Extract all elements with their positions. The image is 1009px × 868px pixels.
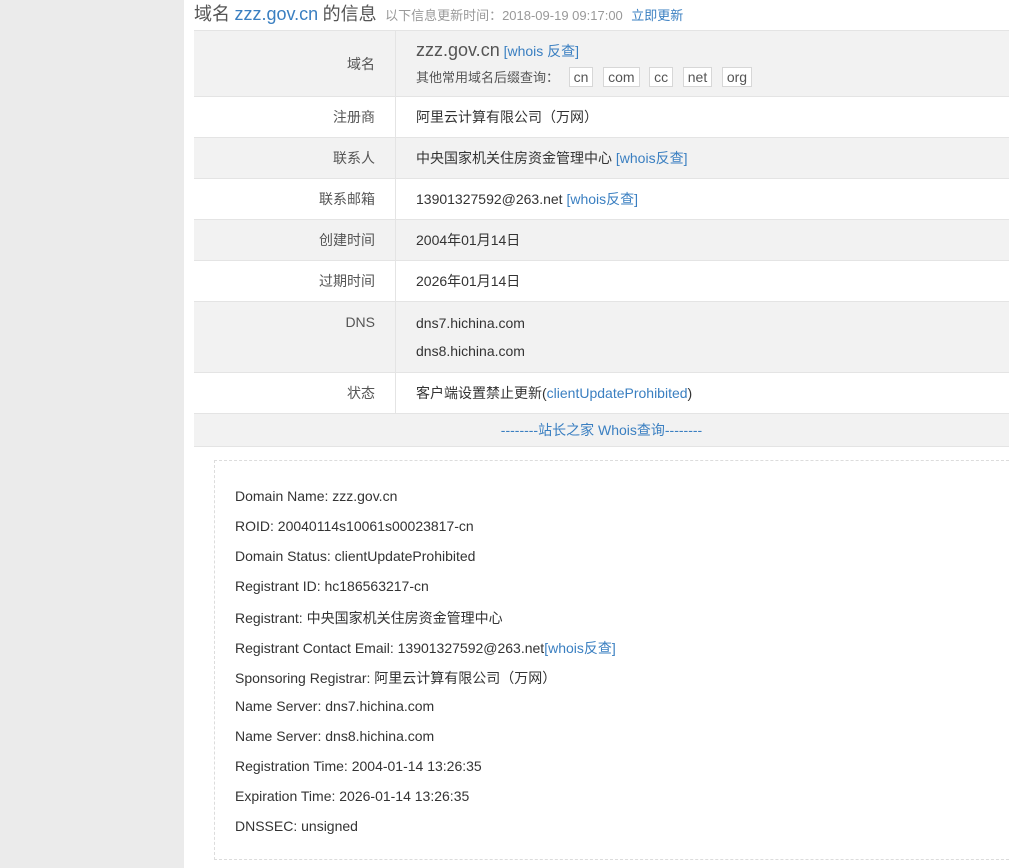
- status-label: 状态: [194, 372, 396, 414]
- suffix-net[interactable]: net: [682, 67, 713, 87]
- title-suffix: 的信息: [322, 4, 377, 24]
- raw-line: Expiration Time: 2026-01-14 13:26:35: [235, 788, 470, 804]
- row-status: 状态 客户端设置禁止更新(clientUpdateProhibited): [194, 372, 1009, 414]
- email-label: 联系邮箱: [194, 178, 396, 220]
- row-created: 创建时间 2004年01月14日: [194, 219, 1009, 261]
- raw-line: Domain Name: zzz.gov.cn: [235, 488, 398, 504]
- email-whois-reverse-link[interactable]: [whois反查]: [566, 191, 638, 207]
- email-cell: 13901327592@263.net [whois反查]: [395, 178, 1009, 220]
- whois-separator: --------站长之家 Whois查询--------: [194, 413, 1009, 447]
- registrar-label: 注册商: [194, 96, 396, 138]
- email-value: 13901327592@263.net: [416, 191, 563, 207]
- dns-label: DNS: [194, 301, 396, 373]
- title-prefix: 域名: [194, 4, 230, 24]
- suffix-cc[interactable]: cc: [649, 67, 674, 87]
- created-value: 2004年01月14日: [395, 219, 1009, 261]
- left-sidebar-gutter: [0, 0, 184, 868]
- registrar-value: 阿里云计算有限公司（万网）: [395, 96, 1009, 138]
- raw-line: Name Server: dns7.hichina.com: [235, 698, 435, 714]
- domain-info-table: 域名 zzz.gov.cn [whois 反查] 其他常用域名后缀查询： cn …: [194, 30, 1009, 447]
- row-domain: 域名 zzz.gov.cn [whois 反查] 其他常用域名后缀查询： cn …: [194, 30, 1009, 97]
- refresh-now-link[interactable]: 立即更新: [631, 8, 683, 23]
- whois-separator-row: --------站长之家 Whois查询--------: [194, 413, 1009, 447]
- row-expire: 过期时间 2026年01月14日: [194, 260, 1009, 302]
- title-domain-link[interactable]: zzz.gov.cn: [234, 4, 318, 24]
- suffix-com[interactable]: com: [603, 67, 640, 87]
- main-content: 域名 zzz.gov.cn 的信息 以下信息更新时间：2018-09-19 09…: [184, 0, 1009, 868]
- raw-line: Registrant: 中央国家机关住房资金管理中心: [235, 610, 503, 626]
- row-email: 联系邮箱 13901327592@263.net [whois反查]: [194, 178, 1009, 220]
- domain-whois-reverse-link[interactable]: [whois 反查]: [504, 43, 579, 59]
- raw-line: Registrant ID: hc186563217-cn: [235, 578, 429, 594]
- row-contact: 联系人 中央国家机关住房资金管理中心 [whois反查]: [194, 137, 1009, 179]
- dns-server-1: dns7.hichina.com: [416, 315, 525, 331]
- raw-line: Sponsoring Registrar: 阿里云计算有限公司（万网）: [235, 670, 557, 686]
- domain-value: zzz.gov.cn: [416, 40, 500, 60]
- update-time-text: 以下信息更新时间：2018-09-19 09:17:00: [385, 8, 623, 23]
- row-dns: DNS dns7.hichina.com dns8.hichina.com: [194, 301, 1009, 373]
- created-label: 创建时间: [194, 219, 396, 261]
- status-code-link[interactable]: clientUpdateProhibited: [547, 385, 688, 401]
- contact-value: 中央国家机关住房资金管理中心: [416, 150, 612, 166]
- status-close: ): [687, 385, 693, 401]
- contact-label: 联系人: [194, 137, 396, 179]
- raw-line: ROID: 20040114s10061s00023817-cn: [235, 518, 474, 534]
- raw-line: DNSSEC: unsigned: [235, 818, 358, 834]
- raw-email-text: Registrant Contact Email: 13901327592@26…: [235, 640, 545, 656]
- dns-server-2: dns8.hichina.com: [416, 343, 525, 359]
- domain-cell: zzz.gov.cn [whois 反查] 其他常用域名后缀查询： cn com…: [395, 30, 1009, 97]
- status-cell: 客户端设置禁止更新(clientUpdateProhibited): [395, 372, 1009, 414]
- raw-line-email: Registrant Contact Email: 13901327592@26…: [235, 638, 616, 658]
- suffix-org[interactable]: org: [721, 67, 753, 87]
- row-registrar: 注册商 阿里云计算有限公司（万网）: [194, 96, 1009, 138]
- raw-line: Name Server: dns8.hichina.com: [235, 728, 435, 744]
- status-text: 客户端设置禁止更新(: [416, 385, 547, 401]
- contact-whois-reverse-link[interactable]: [whois反查]: [616, 150, 688, 166]
- raw-whois-box: Domain Name: zzz.gov.cn ROID: 20040114s1…: [214, 460, 1009, 860]
- suffix-query-label: 其他常用域名后缀查询：: [416, 70, 560, 85]
- page-title: 域名 zzz.gov.cn 的信息 以下信息更新时间：2018-09-19 09…: [194, 0, 683, 28]
- domain-label: 域名: [194, 30, 396, 97]
- raw-line: Domain Status: clientUpdateProhibited: [235, 548, 476, 564]
- contact-cell: 中央国家机关住房资金管理中心 [whois反查]: [395, 137, 1009, 179]
- expire-label: 过期时间: [194, 260, 396, 302]
- suffix-query-line: 其他常用域名后缀查询： cn com cc net org: [416, 67, 1008, 87]
- raw-line: Registration Time: 2004-01-14 13:26:35: [235, 758, 482, 774]
- suffix-cn[interactable]: cn: [568, 67, 594, 87]
- raw-email-whois-reverse-link[interactable]: [whois反查]: [544, 640, 616, 656]
- expire-value: 2026年01月14日: [395, 260, 1009, 302]
- dns-cell: dns7.hichina.com dns8.hichina.com: [395, 301, 1009, 373]
